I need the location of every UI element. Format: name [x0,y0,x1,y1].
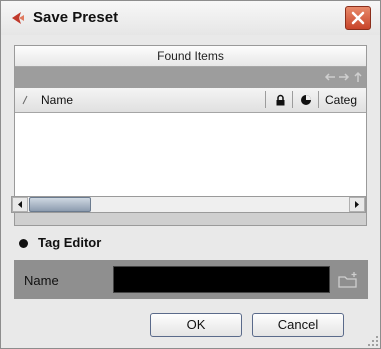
forward-arrow-icon[interactable] [338,71,350,83]
window-title: Save Preset [33,9,119,26]
scroll-thumb[interactable] [29,197,91,212]
up-arrow-icon[interactable] [352,71,364,83]
title-bar[interactable]: Save Preset [1,1,380,35]
back-arrow-icon[interactable] [324,71,336,83]
close-button[interactable] [345,6,371,30]
column-category[interactable]: Categ [325,93,366,107]
folder-add-icon[interactable] [337,271,359,289]
app-icon [12,12,24,24]
tag-editor-toggle[interactable]: Tag Editor [1,231,380,255]
cancel-button[interactable]: Cancel [252,313,344,337]
close-icon [351,11,365,25]
name-input[interactable] [113,266,330,293]
scroll-left-button[interactable] [12,197,28,212]
scroll-right-button[interactable] [349,197,365,212]
expand-dot-icon [19,239,28,248]
found-items-list[interactable] [15,113,366,197]
found-items-header: Found Items [15,46,366,67]
lock-icon[interactable] [275,94,286,106]
column-headers: Name Categ [15,88,366,113]
found-items-toolbar [15,67,366,88]
column-separator[interactable] [318,91,319,108]
scroll-right-icon [355,201,359,208]
ok-button[interactable]: OK [150,313,242,337]
save-preset-dialog: Save Preset Found Items Name Categ Tag E… [0,0,381,349]
column-separator[interactable] [265,91,266,108]
scroll-left-icon [18,201,22,208]
pie-icon[interactable] [300,94,312,106]
sort-indicator-icon[interactable] [21,95,29,105]
horizontal-scrollbar[interactable] [11,196,366,213]
column-name[interactable]: Name [41,93,73,107]
tag-editor-label: Tag Editor [38,235,102,250]
resize-grip-icon[interactable] [367,335,379,347]
name-label: Name [24,273,59,288]
name-row: Name [14,260,368,299]
column-separator[interactable] [292,91,293,108]
